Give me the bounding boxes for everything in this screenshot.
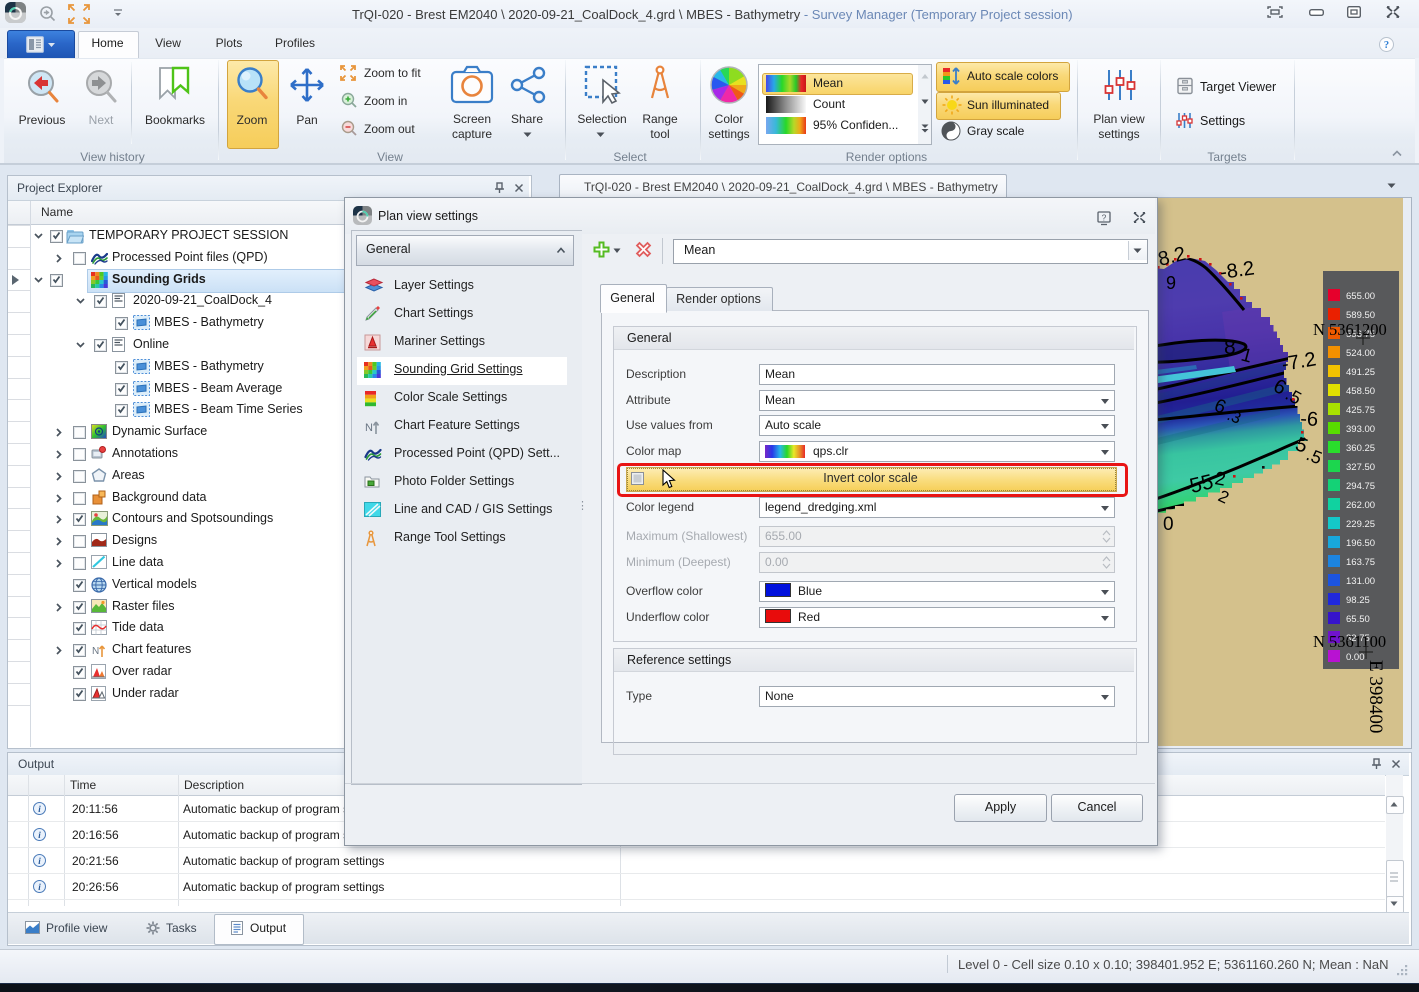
svg-text:N: N [365,422,373,434]
svg-text:N: N [92,646,99,657]
svg-text:?: ? [1102,213,1107,223]
svg-text:655.00: 655.00 [1346,291,1375,302]
svg-text:131.00: 131.00 [1346,576,1375,587]
svg-text:196.50: 196.50 [1346,538,1375,549]
svg-text:-6: -6 [1300,408,1319,431]
svg-text:65.50: 65.50 [1346,614,1370,625]
svg-text:8: 8 [1224,336,1236,359]
svg-text:98.25: 98.25 [1346,595,1370,606]
svg-text:-7.2: -7.2 [1280,348,1318,376]
svg-text:-8.2: -8.2 [1219,257,1256,284]
svg-text:9: 9 [1166,273,1176,293]
svg-text:262.00: 262.00 [1346,500,1375,511]
svg-text:458.50: 458.50 [1346,386,1375,397]
svg-text:?: ? [1384,40,1389,51]
svg-text:360.25: 360.25 [1346,443,1375,454]
svg-text:524.00: 524.00 [1346,348,1375,359]
svg-text:N 5361100: N 5361100 [1313,632,1386,651]
svg-text:0.00: 0.00 [1346,652,1365,663]
svg-text:491.25: 491.25 [1346,367,1375,378]
svg-text:163.75: 163.75 [1346,557,1375,568]
svg-text:N 5361200: N 5361200 [1313,320,1387,339]
svg-text:229.25: 229.25 [1346,519,1375,530]
svg-text:425.75: 425.75 [1346,405,1375,416]
svg-text:E 398400: E 398400 [1365,660,1386,733]
svg-text:327.50: 327.50 [1346,462,1375,473]
svg-text:0: 0 [1163,514,1174,535]
svg-text:393.00: 393.00 [1346,424,1375,435]
svg-text:294.75: 294.75 [1346,481,1375,492]
svg-text:.5: .5 [1304,444,1325,468]
